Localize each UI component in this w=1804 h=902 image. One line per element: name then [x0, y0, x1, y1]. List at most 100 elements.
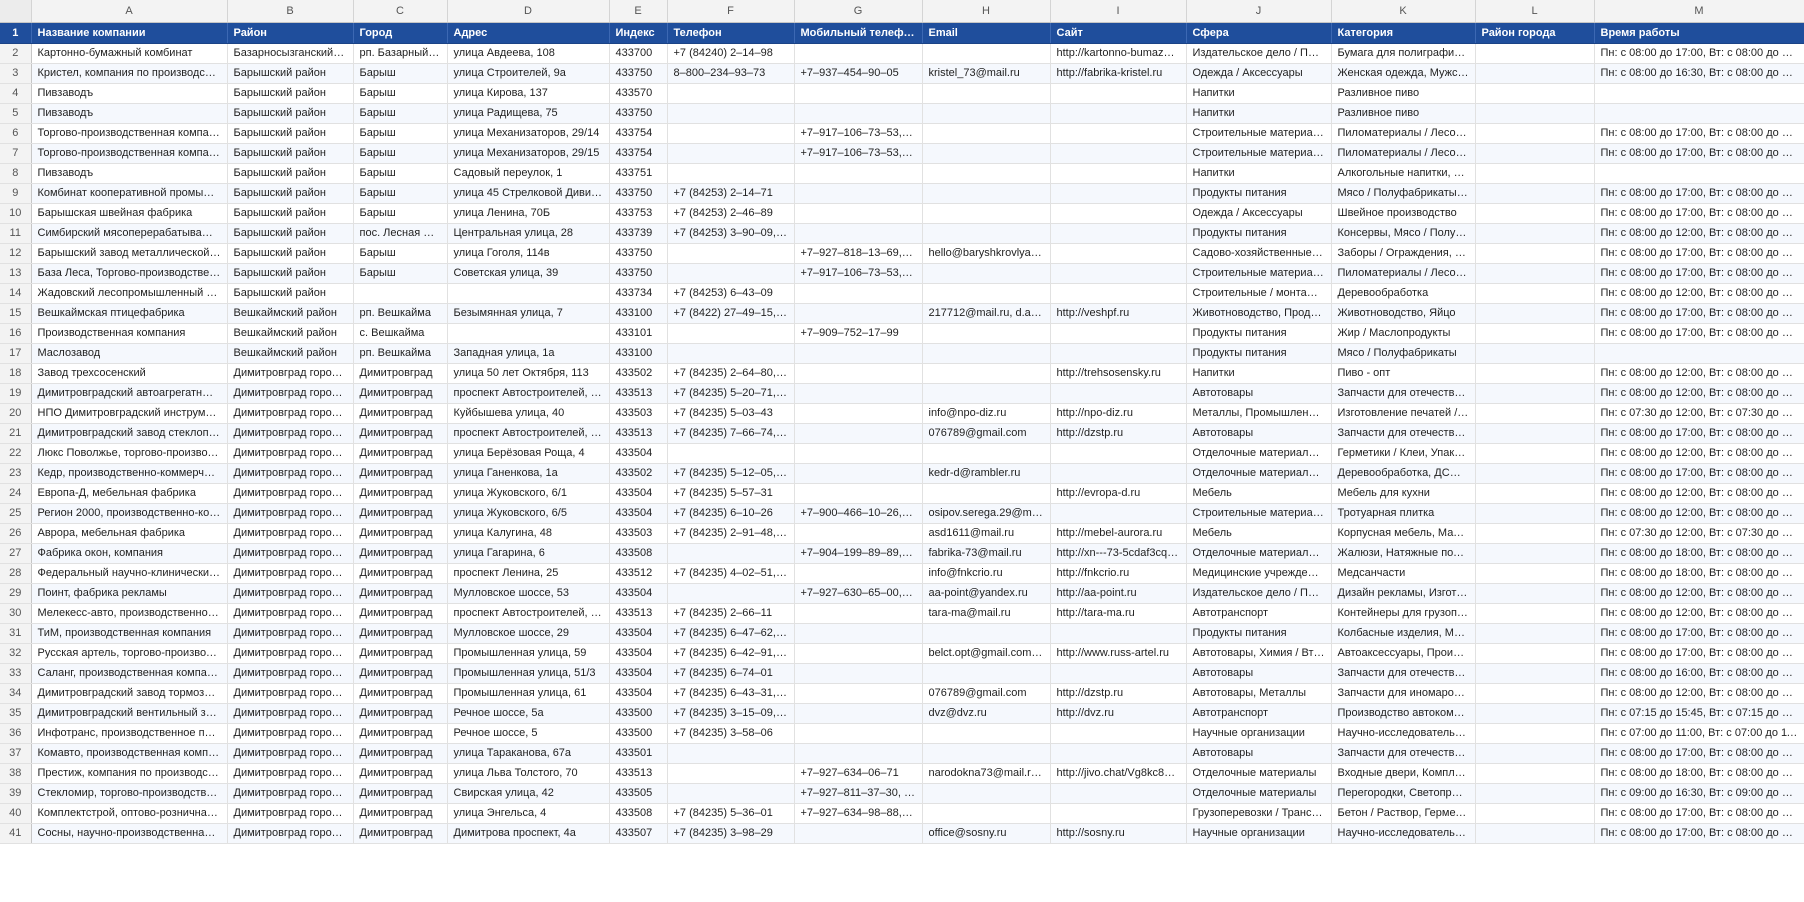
table-cell[interactable]: Издательское дело / Поли... [1186, 43, 1332, 64]
table-cell[interactable] [1475, 323, 1595, 344]
table-cell[interactable]: Димитровград городск... [227, 443, 354, 464]
table-cell[interactable]: tara-ma@mail.ru [922, 603, 1051, 624]
table-cell[interactable]: 433750 [609, 63, 668, 84]
table-cell[interactable]: Речное шоссе, 5 [447, 723, 610, 744]
table-cell[interactable]: Пиво - опт [1331, 363, 1476, 384]
table-cell[interactable] [1475, 443, 1595, 464]
table-cell[interactable]: улица 50 лет Октября, 113 [447, 363, 610, 384]
table-cell[interactable]: Отделочные материалы, С... [1186, 463, 1332, 484]
table-cell[interactable]: Мелекесс-авто, производственно-скл... [31, 603, 228, 624]
column-letter-k[interactable]: K [1331, 0, 1476, 23]
table-cell[interactable] [1475, 703, 1595, 724]
table-cell[interactable]: +7 (84235) 3–98–29 [667, 823, 795, 844]
table-cell[interactable]: улица Ганенкова, 1а [447, 463, 610, 484]
table-cell[interactable]: +7–937–454–90–05 [794, 63, 923, 84]
row-number[interactable]: 21 [0, 423, 32, 444]
table-cell[interactable]: Барыш [353, 263, 448, 284]
table-cell[interactable] [794, 683, 923, 704]
table-cell[interactable]: 433513 [609, 383, 668, 404]
table-cell[interactable]: Запчасти для иномарок, З... [1331, 683, 1476, 704]
table-cell[interactable]: Димитровград [353, 803, 448, 824]
table-cell[interactable]: с. Вешкайма [353, 323, 448, 344]
table-cell[interactable]: Женская одежда, Мужская... [1331, 63, 1476, 84]
table-cell[interactable]: 433513 [609, 763, 668, 784]
table-cell[interactable]: +7 (84235) 6–47–62, +7... [667, 623, 795, 644]
table-cell[interactable] [1050, 723, 1187, 744]
table-cell[interactable]: +7–917–106–73–53, +7... [794, 263, 923, 284]
table-cell[interactable] [794, 83, 923, 104]
table-cell[interactable]: Сосны, научно-производственная фи... [31, 823, 228, 844]
row-number[interactable]: 33 [0, 663, 32, 684]
table-cell[interactable] [1475, 123, 1595, 144]
spreadsheet[interactable]: ABCDEFGHIJKLM 1 Название компании Район Го… [0, 0, 1804, 902]
table-cell[interactable]: Пн: с 08:00 до 17:00, Вт: с 08:00 до 17:… [1594, 623, 1804, 644]
table-cell[interactable]: Пн: с 08:00 до 12:00, Вт: с 08:00 до 12:… [1594, 223, 1804, 244]
table-cell[interactable]: Продукты питания [1186, 343, 1332, 364]
table-cell[interactable]: Димитровград [353, 763, 448, 784]
table-cell[interactable] [922, 803, 1051, 824]
table-cell[interactable]: База Леса, Торгово-производственна... [31, 263, 228, 284]
table-cell[interactable]: Пн: с 08:00 до 12:00, Вт: с 08:00 до 12:… [1594, 683, 1804, 704]
table-cell[interactable] [1475, 463, 1595, 484]
table-cell[interactable]: Комавто, производственная компания [31, 743, 228, 764]
table-cell[interactable]: Отделочные материалы, Т... [1186, 443, 1332, 464]
table-cell[interactable]: Мясо / Полуфабрикаты, Хл... [1331, 183, 1476, 204]
header-cell[interactable]: Район [227, 22, 354, 44]
table-cell[interactable]: Отделочные материалы [1186, 763, 1332, 784]
column-letter-m[interactable]: M [1594, 0, 1804, 23]
table-cell[interactable]: пос. Лесная Дача [353, 223, 448, 244]
table-cell[interactable] [794, 303, 923, 324]
table-cell[interactable]: +7 (84235) 5–03–43 [667, 403, 795, 424]
table-cell[interactable]: Димитровград городск... [227, 523, 354, 544]
table-cell[interactable]: Торгово-производственная компания [31, 123, 228, 144]
table-cell[interactable] [1475, 763, 1595, 784]
table-cell[interactable]: +7–917–106–73–53, +7... [794, 123, 923, 144]
table-cell[interactable]: +7–900–466–10–26, +7... [794, 503, 923, 524]
table-cell[interactable] [667, 143, 795, 164]
table-cell[interactable]: +7 (84253) 2–14–71 [667, 183, 795, 204]
table-cell[interactable]: улица Гоголя, 114в [447, 243, 610, 264]
table-cell[interactable]: 433750 [609, 263, 668, 284]
table-cell[interactable] [1475, 723, 1595, 744]
table-cell[interactable]: Дизайн рекламы, Изготов... [1331, 583, 1476, 604]
table-cell[interactable]: НПО Димитровградский инструмента... [31, 403, 228, 424]
table-cell[interactable]: Димитровградский завод тормозной ... [31, 683, 228, 704]
table-cell[interactable] [1475, 43, 1595, 64]
table-cell[interactable] [794, 703, 923, 724]
table-cell[interactable] [667, 103, 795, 124]
table-cell[interactable]: Димитровград [353, 403, 448, 424]
header-cell[interactable]: Время работы [1594, 22, 1804, 44]
table-cell[interactable] [1475, 243, 1595, 264]
table-cell[interactable]: kristel_73@mail.ru [922, 63, 1051, 84]
table-cell[interactable]: улица Авдеева, 108 [447, 43, 610, 64]
table-cell[interactable]: Пиломатериалы / Лесомат... [1331, 123, 1476, 144]
table-cell[interactable]: Димитровград [353, 823, 448, 844]
table-cell[interactable]: +7–927–634–98–88, +7... [794, 803, 923, 824]
table-cell[interactable] [667, 243, 795, 264]
row-number[interactable]: 23 [0, 463, 32, 484]
table-cell[interactable]: Димитровград [353, 463, 448, 484]
header-cell[interactable]: Категория [1331, 22, 1476, 44]
table-cell[interactable] [922, 123, 1051, 144]
table-cell[interactable]: 433501 [609, 743, 668, 764]
table-cell[interactable]: Русская артель, торгово-производств... [31, 643, 228, 664]
table-cell[interactable]: 433734 [609, 283, 668, 304]
table-cell[interactable]: +7 (84235) 4–02–51, +7... [667, 563, 795, 584]
table-cell[interactable] [667, 743, 795, 764]
table-cell[interactable]: Пн: с 08:00 до 17:00, Вт: с 08:00 до 17:… [1594, 143, 1804, 164]
header-cell[interactable]: Сфера [1186, 22, 1332, 44]
table-cell[interactable] [1475, 203, 1595, 224]
table-cell[interactable]: Запчасти для отечественн... [1331, 663, 1476, 684]
table-cell[interactable]: Пивзаводъ [31, 103, 228, 124]
table-cell[interactable]: Стекломир, торгово-производственн... [31, 783, 228, 804]
table-cell[interactable] [667, 343, 795, 364]
table-cell[interactable] [794, 103, 923, 124]
table-cell[interactable]: 433570 [609, 83, 668, 104]
header-cell[interactable]: Название компании [31, 22, 228, 44]
table-cell[interactable]: Пн: с 08:00 до 12:00, Вт: с 08:00 до 12:… [1594, 443, 1804, 464]
table-cell[interactable]: Пн: с 08:00 до 17:00, Вт: с 08:00 до 17:… [1594, 203, 1804, 224]
table-cell[interactable]: 433750 [609, 183, 668, 204]
table-cell[interactable]: 433753 [609, 203, 668, 224]
table-cell[interactable]: Барыш [353, 103, 448, 124]
table-cell[interactable] [922, 363, 1051, 384]
